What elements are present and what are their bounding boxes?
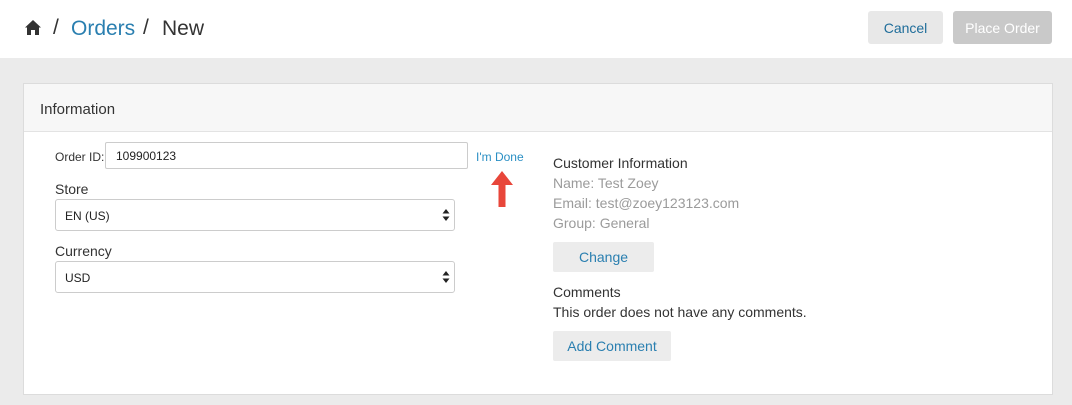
select-arrows-icon [442,209,450,221]
breadcrumb-separator: / [53,16,59,39]
currency-label: Currency [55,243,112,259]
currency-select[interactable]: USD [55,261,455,293]
comments-title: Comments [553,284,621,300]
top-bar: / Orders / New Cancel Place Order [0,0,1072,58]
add-comment-button[interactable]: Add Comment [553,331,671,361]
customer-group: Group: General [553,215,650,231]
customer-info-title: Customer Information [553,155,688,171]
annotation-arrow-icon [491,171,513,207]
panel-header: Information [24,84,1052,132]
place-order-button[interactable]: Place Order [953,11,1052,44]
information-panel: Information Order ID: I'm Done Store EN … [23,83,1053,395]
home-icon[interactable] [24,19,42,37]
store-select-value: EN (US) [65,209,110,223]
customer-email: Email: test@zoey123123.com [553,195,740,211]
order-id-input[interactable] [105,142,468,169]
customer-name: Name: Test Zoey [553,175,659,191]
breadcrumb-orders-link[interactable]: Orders [71,17,135,41]
store-label: Store [55,181,89,197]
breadcrumb-separator: / [143,16,149,39]
cancel-button[interactable]: Cancel [868,11,943,44]
currency-select-value: USD [65,271,91,285]
comments-empty-text: This order does not have any comments. [553,304,807,320]
breadcrumb-current: New [162,17,205,40]
change-customer-button[interactable]: Change [553,242,654,272]
panel-title: Information [40,101,116,118]
store-select[interactable]: EN (US) [55,199,455,231]
select-arrows-icon [442,271,450,283]
im-done-link[interactable]: I'm Done [476,150,524,164]
order-id-label: Order ID: [55,150,105,164]
